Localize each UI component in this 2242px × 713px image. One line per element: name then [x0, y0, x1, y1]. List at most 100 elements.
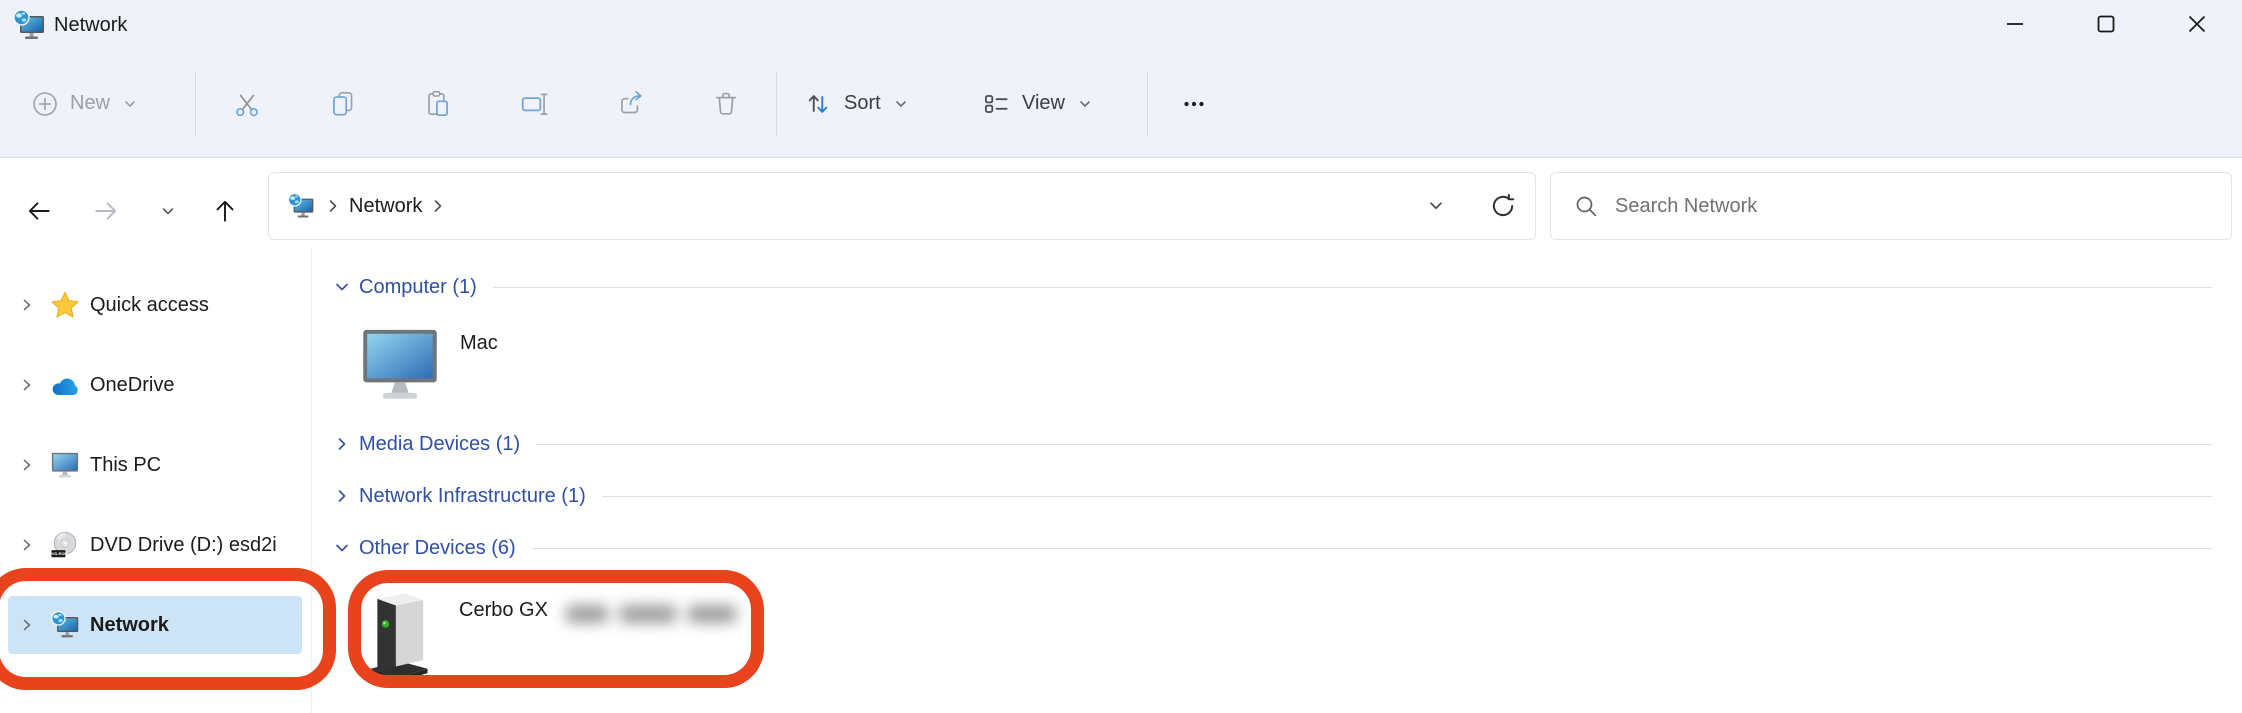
- minimize-button[interactable]: [1969, 0, 2060, 48]
- sidebar-item-label: DVD Drive (D:) esd2i: [90, 534, 277, 557]
- chevron-down-icon: [891, 94, 911, 114]
- expand-chevron-icon[interactable]: [12, 617, 42, 633]
- search-input[interactable]: [1615, 195, 2209, 218]
- window-controls: [1969, 0, 2242, 48]
- address-dropdown-chevron-icon[interactable]: [1425, 195, 1447, 217]
- back-arrow-icon: [25, 197, 53, 225]
- recent-locations-button[interactable]: [146, 189, 190, 233]
- group-label[interactable]: Network Infrastructure (1): [359, 485, 586, 508]
- maximize-button[interactable]: [2060, 0, 2151, 48]
- search-icon: [1573, 193, 1599, 219]
- chevron-down-icon: [159, 202, 177, 220]
- window-title: Network: [54, 14, 127, 37]
- forward-arrow-icon: [92, 197, 120, 225]
- view-button-label: View: [1022, 92, 1065, 115]
- trash-icon: [710, 88, 742, 120]
- monitor-icon: [50, 450, 80, 480]
- group-divider-line: [602, 496, 2212, 497]
- back-button[interactable]: [17, 189, 61, 233]
- group-label[interactable]: Media Devices (1): [359, 433, 520, 456]
- toolbar-divider: [195, 72, 196, 136]
- address-bar[interactable]: Network: [268, 172, 1536, 240]
- command-toolbar: New: [0, 50, 2242, 158]
- computer-monitor-icon: [358, 322, 442, 406]
- collapse-chevron-icon[interactable]: [333, 278, 351, 296]
- sort-button-label: Sort: [844, 92, 881, 115]
- redacted-text-blur: [566, 590, 748, 638]
- item-label: Cerbo GX: [459, 599, 548, 622]
- network-device-icon: [361, 588, 433, 684]
- more-options-button[interactable]: [1170, 50, 1218, 157]
- expand-chevron-icon[interactable]: [12, 377, 42, 393]
- sidebar-item-quick-access[interactable]: Quick access: [0, 265, 311, 345]
- sort-button[interactable]: Sort: [802, 50, 911, 157]
- sidebar-item-network[interactable]: Network: [0, 585, 311, 665]
- group-divider-line: [532, 548, 2212, 549]
- breadcrumb-network[interactable]: Network: [349, 195, 422, 218]
- copy-button[interactable]: [321, 50, 365, 157]
- sidebar-item-onedrive[interactable]: OneDrive: [0, 345, 311, 425]
- share-icon: [615, 88, 647, 120]
- toolbar-divider: [776, 72, 777, 136]
- expand-chevron-icon[interactable]: [12, 537, 42, 553]
- group-label[interactable]: Computer (1): [359, 276, 477, 299]
- minimize-icon: [2004, 13, 2026, 35]
- view-layout-icon: [980, 88, 1012, 120]
- sort-arrows-icon: [802, 88, 834, 120]
- group-header-computer[interactable]: Computer (1): [333, 273, 2212, 301]
- view-button[interactable]: View: [980, 50, 1095, 157]
- network-app-icon: [12, 8, 46, 42]
- onedrive-cloud-icon: [50, 376, 80, 398]
- maximize-icon: [2095, 13, 2117, 35]
- expand-chevron-icon[interactable]: [12, 297, 42, 313]
- refresh-icon[interactable]: [1489, 192, 1517, 220]
- group-divider-line: [536, 444, 2212, 445]
- group-header-network-infrastructure[interactable]: Network Infrastructure (1): [333, 482, 2212, 510]
- sidebar-item-label: OneDrive: [90, 374, 174, 397]
- copy-icon: [327, 88, 359, 120]
- expand-chevron-icon[interactable]: [12, 457, 42, 473]
- rename-button[interactable]: [513, 50, 557, 157]
- chevron-down-icon: [1075, 94, 1095, 114]
- item-mac[interactable]: Mac: [358, 322, 658, 412]
- search-box[interactable]: [1550, 172, 2232, 240]
- paste-button[interactable]: [416, 50, 460, 157]
- sidebar-item-label: Network: [90, 614, 169, 637]
- group-header-other-devices[interactable]: Other Devices (6): [333, 534, 2212, 562]
- up-button[interactable]: [203, 189, 247, 233]
- group-divider-line: [493, 287, 2212, 288]
- collapse-chevron-icon[interactable]: [333, 539, 351, 557]
- toolbar-divider: [1147, 72, 1148, 136]
- group-header-media-devices[interactable]: Media Devices (1): [333, 430, 2212, 458]
- delete-button[interactable]: [704, 50, 748, 157]
- share-button[interactable]: [609, 50, 653, 157]
- new-button-label: New: [70, 92, 110, 115]
- chevron-down-icon: [120, 94, 140, 114]
- forward-button[interactable]: [84, 189, 128, 233]
- close-icon: [2186, 13, 2208, 35]
- title-bar: Network: [0, 0, 2242, 50]
- breadcrumb-chevron-icon: [323, 196, 343, 216]
- star-icon: [50, 290, 80, 320]
- breadcrumb-chevron-icon[interactable]: [428, 196, 448, 216]
- sidebar-item-label: This PC: [90, 454, 161, 477]
- expand-chevron-icon[interactable]: [333, 487, 351, 505]
- ellipsis-icon: [1178, 88, 1210, 120]
- cut-icon: [231, 88, 263, 120]
- sidebar-item-label: Quick access: [90, 294, 209, 317]
- navigation-pane: Quick access OneDrive This PC DVD Drive …: [0, 248, 312, 713]
- network-location-icon: [287, 192, 315, 220]
- paste-icon: [422, 88, 454, 120]
- close-button[interactable]: [2151, 0, 2242, 48]
- dvd-disc-icon: [50, 530, 80, 560]
- new-button[interactable]: New: [30, 50, 140, 157]
- up-arrow-icon: [211, 197, 239, 225]
- selected-row-highlight[interactable]: Network: [8, 596, 302, 654]
- sidebar-item-dvd-drive[interactable]: DVD Drive (D:) esd2i: [0, 505, 311, 585]
- group-label[interactable]: Other Devices (6): [359, 537, 516, 560]
- cut-button[interactable]: [225, 50, 269, 157]
- expand-chevron-icon[interactable]: [333, 435, 351, 453]
- rename-icon: [519, 88, 551, 120]
- items-view: Computer (1) Mac Media Devices (1) Netwo…: [313, 248, 2242, 713]
- sidebar-item-this-pc[interactable]: This PC: [0, 425, 311, 505]
